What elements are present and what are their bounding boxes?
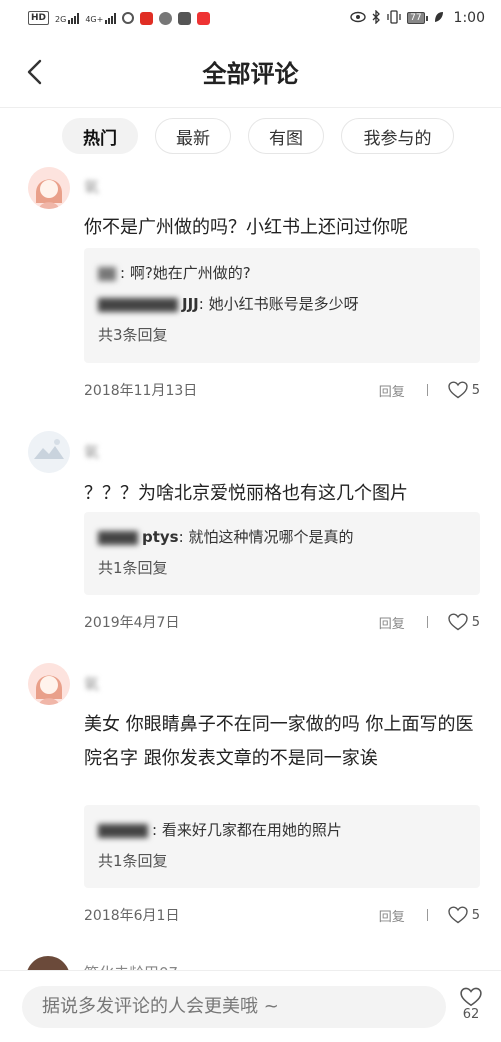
like-count: 5 — [471, 614, 480, 630]
comment-input[interactable]: 据说多发评论的人会更美哦 ~ — [22, 986, 446, 1028]
comment-username[interactable]: 氧 — [84, 441, 99, 462]
comment-meta: 2018年11月13日 回复 5 — [84, 378, 480, 402]
divider — [426, 616, 428, 628]
page-title: 全部评论 — [202, 60, 299, 88]
more-replies-link[interactable]: 共1条回复 — [98, 846, 466, 877]
reply-text: : 她小红书账号是多少呀 — [198, 295, 359, 313]
w-app-icon — [178, 11, 192, 25]
like-button[interactable]: 62 — [456, 987, 486, 1022]
leaf-icon — [434, 11, 444, 26]
reply-button[interactable]: 回复 — [379, 381, 405, 400]
blurred-author — [98, 266, 116, 281]
like-button[interactable]: 5 — [448, 381, 480, 399]
reply-line: ptys: 就怕这种情况哪个是真的 — [98, 522, 466, 553]
reply-text: : 就怕这种情况哪个是真的 — [178, 528, 354, 546]
eye-icon — [350, 11, 366, 26]
tab-hot[interactable]: 热门 — [62, 118, 138, 154]
signal-icon: 2G — [55, 12, 80, 24]
heart-icon — [448, 906, 468, 924]
tab-with-image[interactable]: 有图 — [248, 118, 324, 154]
reply-text: : 啊?她在广州做的? — [120, 264, 251, 282]
comments-page: HD 2G 4G+ 77 1:00 全部评论 热门 最新 有图 我参与的 氧 你… — [0, 0, 501, 1042]
comment-text: 美女 你眼睛鼻子不在同一家做的吗 你上面写的医院名字 跟你发表文章的不是同一家诶 — [84, 714, 474, 769]
tab-latest[interactable]: 最新 — [155, 118, 231, 154]
reply-line: JJJ: 她小红书账号是多少呀 — [98, 289, 466, 320]
app-notification-icon — [122, 12, 135, 24]
blurred-author — [98, 297, 178, 312]
blurred-author — [98, 530, 138, 545]
like-count: 62 — [462, 1007, 480, 1022]
comment-username[interactable]: 氧 — [84, 673, 99, 694]
heart-icon — [448, 381, 468, 399]
reply-button[interactable]: 回复 — [379, 613, 405, 632]
more-replies-link[interactable]: 共1条回复 — [98, 553, 466, 584]
reply-box[interactable]: ptys: 就怕这种情况哪个是真的 共1条回复 — [84, 512, 480, 595]
heart-icon — [460, 987, 482, 1007]
like-count: 5 — [471, 907, 480, 923]
back-button[interactable] — [18, 56, 50, 88]
reply-line: : 啊?她在广州做的? — [98, 258, 466, 289]
comment-meta: 2019年4月7日 回复 5 — [84, 610, 480, 634]
avatar[interactable] — [28, 431, 70, 473]
bluetooth-icon — [372, 8, 381, 27]
blurred-author — [98, 823, 148, 838]
clock: 1:00 — [453, 10, 485, 26]
reply-box[interactable]: : 看来好几家都在用她的照片 共1条回复 — [84, 805, 480, 888]
like-button[interactable]: 5 — [448, 906, 480, 924]
heart-icon — [448, 613, 468, 631]
comment-meta: 2018年6月1日 回复 5 — [84, 903, 480, 927]
like-count: 5 — [471, 382, 480, 398]
filter-tabs: 热门 最新 有图 我参与的 — [62, 118, 454, 154]
tab-participated[interactable]: 我参与的 — [341, 118, 454, 154]
reply-author[interactable]: JJJ — [182, 295, 199, 313]
comment-text: 你不是广州做的吗？小红书上还问过你呢 — [84, 217, 408, 238]
avatar[interactable] — [28, 167, 70, 209]
news-app-icon — [197, 11, 211, 25]
comment-text: ？？？为啥北京爱悦丽格也有这几个图片 — [84, 483, 408, 504]
vibrate-icon — [387, 9, 401, 27]
divider — [426, 384, 428, 396]
status-bar: HD 2G 4G+ 77 1:00 — [0, 0, 501, 36]
reply-button[interactable]: 回复 — [379, 906, 405, 925]
reply-author[interactable]: ptys — [142, 528, 179, 546]
hd-indicator: HD — [28, 11, 50, 25]
reply-line: : 看来好几家都在用她的照片 — [98, 815, 466, 846]
comment-username[interactable]: 氧 — [84, 176, 99, 197]
comment-date: 2018年6月1日 — [84, 908, 180, 924]
signal-icon-2: 4G+ — [85, 12, 117, 24]
red-app-icon — [140, 11, 154, 25]
battery-icon: 77 — [407, 12, 428, 24]
like-button[interactable]: 5 — [448, 613, 480, 631]
reply-box[interactable]: : 啊?她在广州做的? JJJ: 她小红书账号是多少呀 共3条回复 — [84, 248, 480, 363]
reply-text: : 看来好几家都在用她的照片 — [152, 821, 342, 839]
comment-date: 2019年4月7日 — [84, 615, 180, 631]
avatar[interactable] — [28, 663, 70, 705]
divider — [426, 909, 428, 921]
header: 全部评论 — [0, 36, 501, 108]
chevron-left-icon — [27, 59, 42, 85]
wechat-icon — [159, 11, 173, 25]
more-replies-link[interactable]: 共3条回复 — [98, 320, 466, 351]
bottom-bar: 据说多发评论的人会更美哦 ~ 62 — [0, 970, 501, 1042]
comment-date: 2018年11月13日 — [84, 383, 198, 399]
